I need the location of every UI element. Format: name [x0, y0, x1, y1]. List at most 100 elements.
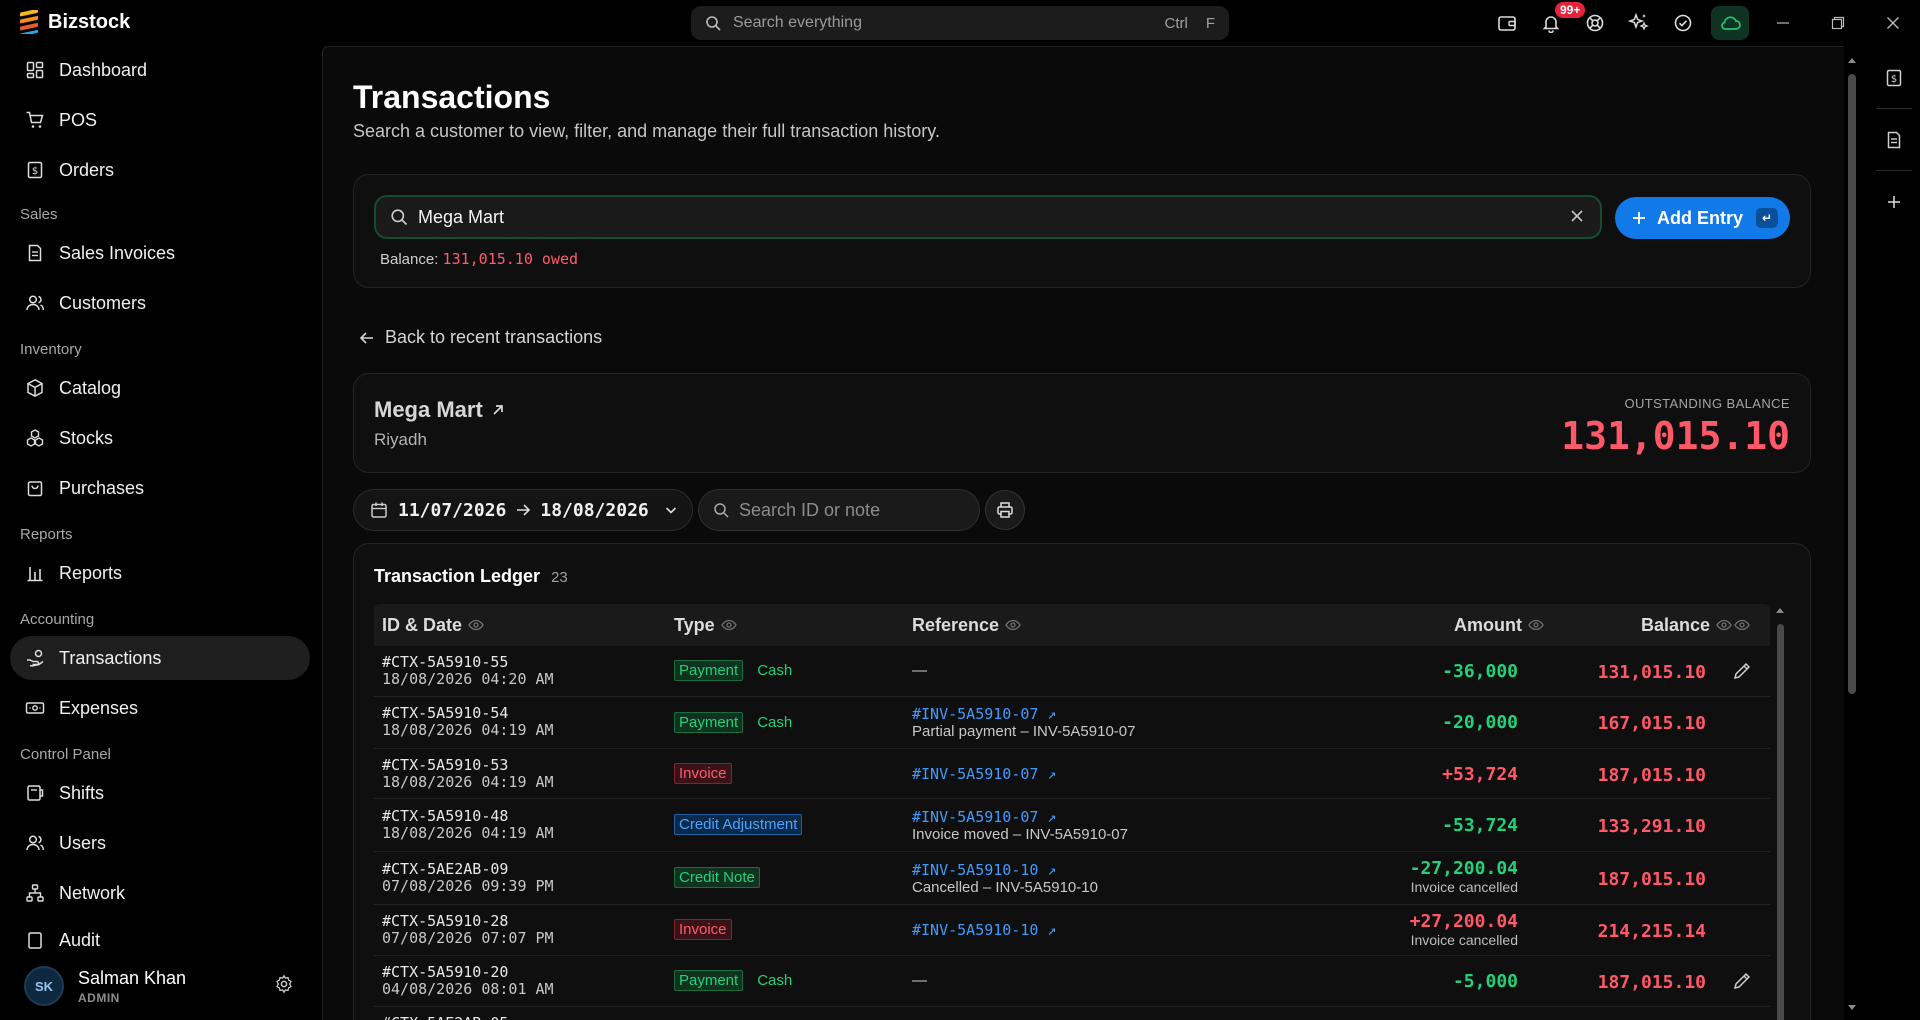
notifications-button[interactable]: 99+	[1529, 0, 1586, 46]
sidebar-item-stocks[interactable]: Stocks	[10, 416, 310, 460]
scrollbar-thumb[interactable]	[1777, 624, 1784, 1020]
table-row[interactable]: #CTX-5A5910-54 18/08/2026 04:19 AM Payme…	[374, 697, 1770, 749]
print-button[interactable]	[985, 490, 1025, 530]
table-row[interactable]: #CTX-5A5910-20 04/08/2026 08:01 AM Payme…	[374, 956, 1770, 1007]
table-row[interactable]: #CTX-5A5910-53 18/08/2026 04:19 AM Invoi…	[374, 749, 1770, 799]
scroll-down-icon[interactable]	[1847, 1004, 1857, 1012]
tasks-button[interactable]	[1661, 0, 1705, 46]
eye-icon[interactable]	[1528, 619, 1544, 631]
invoice-link[interactable]: #INV-5A5910-07 ↗	[912, 808, 1128, 826]
pencil-icon[interactable]	[1732, 971, 1752, 991]
column-id-date[interactable]: ID & Date	[382, 604, 484, 646]
customer-search-input[interactable]	[418, 206, 1538, 228]
sidebar-item-label: Catalog	[59, 377, 122, 398]
sidebar-item-orders[interactable]: $ Orders	[10, 148, 310, 192]
hand-coins-icon	[27, 649, 44, 667]
transaction-type: Payment Cash	[674, 712, 792, 733]
banknote-icon	[25, 702, 45, 714]
eye-icon[interactable]	[1005, 619, 1021, 631]
cloud-sync-button[interactable]	[1711, 6, 1749, 40]
customer-search[interactable]	[374, 195, 1602, 239]
pencil-icon[interactable]	[1732, 661, 1752, 681]
rail-receipt-button[interactable]: $	[1876, 60, 1912, 96]
id-note-search-input[interactable]	[739, 499, 959, 521]
customer-city: Riyadh	[374, 430, 427, 449]
date-to: 18/08/2026	[540, 499, 649, 521]
table-row[interactable]: #CTX-5A5910-48 18/08/2026 04:19 AM Credi…	[374, 799, 1770, 852]
rail-document-button[interactable]	[1876, 122, 1912, 158]
sidebar-item-sales-invoices[interactable]: Sales Invoices	[10, 231, 310, 275]
column-type[interactable]: Type	[674, 604, 737, 646]
sidebar-item-network[interactable]: Network	[10, 871, 310, 915]
transaction-id: #CTX-5A5910-48	[382, 807, 509, 825]
sidebar-item-purchases[interactable]: Purchases	[10, 466, 310, 510]
window-close-button[interactable]	[1865, 0, 1920, 46]
sidebar-item-users[interactable]: Users	[10, 821, 310, 865]
table-row[interactable]: #CTX-5AE2AB-09 07/08/2026 09:39 PM Credi…	[374, 852, 1770, 905]
scroll-up-icon[interactable]	[1847, 56, 1857, 64]
ledger-table: ID & Date Type Reference Amount Balance	[374, 604, 1770, 1020]
column-amount[interactable]: Amount	[1454, 604, 1544, 646]
back-to-recent-link[interactable]: Back to recent transactions	[359, 327, 602, 348]
close-icon	[1886, 17, 1899, 29]
sidebar-item-label: Shifts	[59, 782, 105, 803]
invoice-link[interactable]: #INV-5A5910-07 ↗	[912, 765, 1057, 783]
gear-icon[interactable]	[274, 974, 294, 994]
eye-icon[interactable]	[720, 619, 737, 631]
window-minimize-button[interactable]	[1755, 0, 1810, 46]
add-entry-button[interactable]: Add Entry ↵	[1615, 197, 1790, 239]
plus-icon	[1888, 196, 1900, 208]
payment-method: Cash	[757, 972, 793, 989]
shopping-bag-icon	[27, 481, 43, 497]
brand[interactable]: Bizstock	[18, 10, 130, 34]
sidebar-item-customers[interactable]: Customers	[10, 281, 310, 325]
column-balance[interactable]: Balance	[1641, 604, 1732, 646]
sidebar-item-pos[interactable]: POS	[10, 98, 310, 142]
invoice-link[interactable]: #INV-5A5910-07 ↗	[912, 705, 1135, 723]
eye-icon[interactable]	[1734, 619, 1750, 631]
main-scrollbar[interactable]	[1844, 46, 1860, 1020]
scrollbar-thumb[interactable]	[1848, 74, 1856, 694]
rail-add-button[interactable]	[1876, 184, 1912, 220]
table-row[interactable]: #CTX-5AE2AB-05	[374, 1007, 1770, 1020]
global-search[interactable]: Search everything Ctrl F	[691, 6, 1229, 40]
transaction-reference: #INV-5A5910-10 ↗ Cancelled – INV-5A5910-…	[912, 861, 1098, 897]
sidebar-item-reports[interactable]: Reports	[10, 551, 310, 595]
column-reference[interactable]: Reference	[912, 604, 1021, 646]
ai-sparkle-button[interactable]	[1617, 0, 1661, 46]
sidebar-item-transactions[interactable]: Transactions	[10, 636, 310, 680]
table-row[interactable]: #CTX-5A5910-55 18/08/2026 04:20 AM Payme…	[374, 646, 1770, 697]
sidebar-item-expenses[interactable]: Expenses	[10, 686, 310, 730]
transaction-reference: #INV-5A5910-07 ↗ Partial payment – INV-5…	[912, 705, 1135, 741]
wallet-button[interactable]	[1485, 0, 1529, 46]
transaction-id-date: #CTX-5A5910-28 07/08/2026 07:07 PM	[382, 913, 554, 947]
sidebar-item-dashboard[interactable]: Dashboard	[10, 48, 310, 92]
id-note-search[interactable]	[698, 489, 980, 531]
invoice-link[interactable]: #INV-5A5910-10 ↗	[912, 861, 1098, 879]
sidebar-item-shifts[interactable]: Shifts	[10, 771, 310, 815]
table-row[interactable]: #CTX-5A5910-28 07/08/2026 07:07 PM Invoi…	[374, 905, 1770, 956]
sidebar-item-catalog[interactable]: Catalog	[10, 366, 310, 410]
help-button[interactable]	[1573, 0, 1617, 46]
type-badge: Credit Adjustment	[674, 814, 803, 835]
date-range-picker[interactable]: 11/07/2026 18/08/2026	[353, 489, 693, 531]
ledger-scrollbar[interactable]	[1774, 604, 1786, 1020]
type-badge: Invoice	[674, 919, 732, 940]
scroll-up-icon[interactable]	[1775, 606, 1785, 614]
user-role: ADMIN	[78, 990, 120, 1005]
sidebar-section-accounting: Accounting	[20, 611, 95, 628]
eye-icon[interactable]	[468, 619, 484, 631]
window-restore-button[interactable]	[1810, 0, 1865, 46]
amount-value: -53,724	[1442, 815, 1518, 836]
clear-icon[interactable]	[1568, 207, 1586, 225]
column-visibility-toggle[interactable]	[1734, 604, 1750, 646]
ledger-count: 23	[551, 569, 568, 586]
invoice-link[interactable]: #INV-5A5910-10 ↗	[912, 921, 1057, 939]
user-profile[interactable]: SK Salman Khan ADMIN	[0, 952, 320, 1020]
transaction-amount: -53,724	[1442, 816, 1518, 835]
eye-icon[interactable]	[1716, 619, 1732, 631]
ledger-title-text: Transaction Ledger	[374, 566, 541, 586]
app-name: Bizstock	[48, 10, 131, 33]
customer-name-link[interactable]: Mega Mart	[374, 397, 505, 423]
balance-label: Balance:	[380, 251, 439, 268]
